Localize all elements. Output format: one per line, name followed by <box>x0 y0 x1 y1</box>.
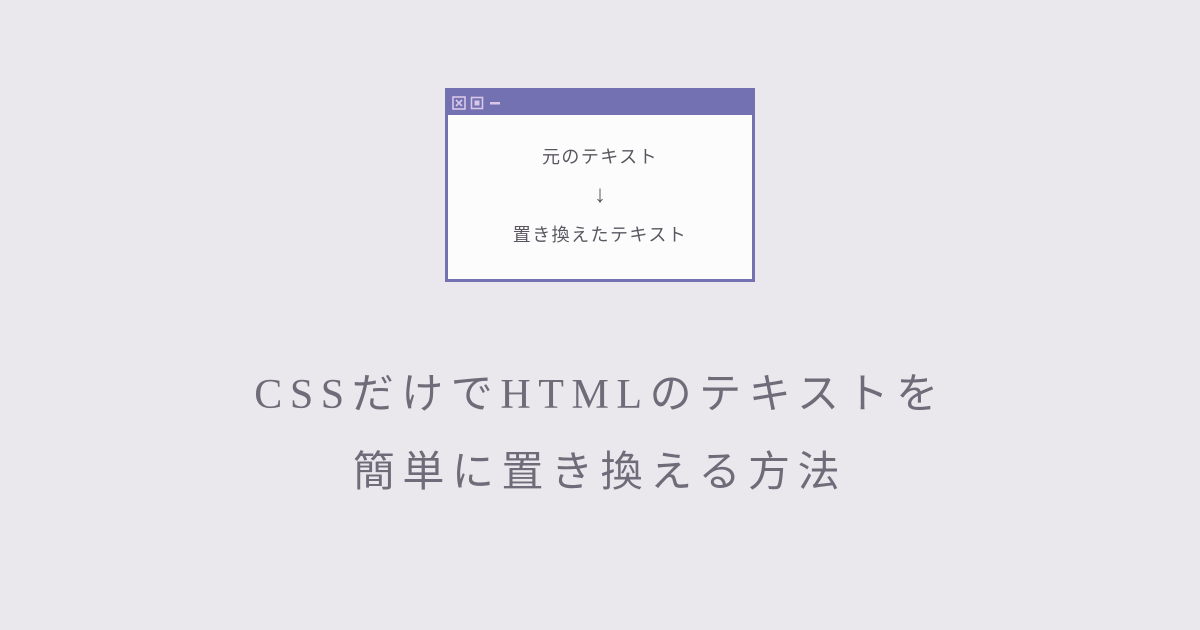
article-headline: CSSだけでHTMLのテキストを 簡単に置き換える方法 <box>254 357 945 512</box>
original-text-label: 元のテキスト <box>542 143 658 169</box>
window-titlebar <box>448 91 752 115</box>
close-icon <box>452 96 466 110</box>
replaced-text-label: 置き換えたテキスト <box>513 221 687 247</box>
headline-line-1: CSSだけでHTMLのテキストを <box>254 372 945 418</box>
minimize-icon <box>488 96 502 110</box>
window-body: 元のテキスト ↓ 置き換えたテキスト <box>448 115 752 279</box>
maximize-icon <box>470 96 484 110</box>
headline-line-2: 簡単に置き換える方法 <box>353 450 847 496</box>
window-illustration: 元のテキスト ↓ 置き換えたテキスト <box>445 88 755 282</box>
down-arrow-icon: ↓ <box>594 183 606 207</box>
